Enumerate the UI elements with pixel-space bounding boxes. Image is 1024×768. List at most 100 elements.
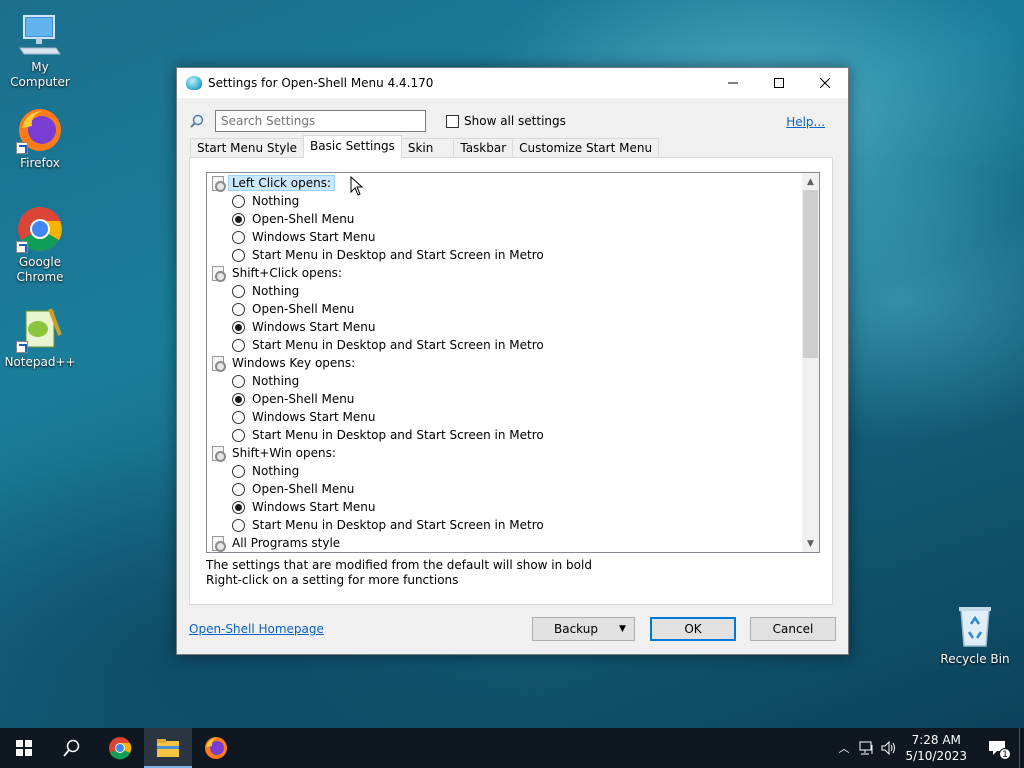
option-label: Start Menu in Desktop and Start Screen i… bbox=[252, 338, 544, 352]
setting-group-shift-click[interactable]: Shift+Click opens: bbox=[210, 264, 342, 282]
network-icon[interactable] bbox=[859, 741, 875, 755]
desktop-icon-firefox[interactable]: Firefox bbox=[0, 106, 80, 171]
search-icon bbox=[63, 739, 80, 757]
tree-scrollbar[interactable]: ▲ ▼ bbox=[802, 173, 819, 552]
radio-option[interactable]: Nothing bbox=[232, 462, 299, 480]
open-shell-homepage-link[interactable]: Open-Shell Homepage bbox=[189, 622, 324, 636]
cancel-button[interactable]: Cancel bbox=[750, 617, 836, 641]
setting-icon bbox=[210, 265, 226, 282]
settings-tree[interactable]: Left Click opens: Nothing Open-Shell Men… bbox=[206, 172, 820, 553]
search-settings-input[interactable] bbox=[215, 110, 426, 132]
option-label: Nothing bbox=[252, 374, 300, 388]
radio-option[interactable]: Open-Shell Menu bbox=[232, 210, 354, 228]
radio-button[interactable] bbox=[232, 230, 245, 244]
taskbar-file-explorer[interactable] bbox=[144, 728, 192, 768]
radio-button[interactable] bbox=[232, 410, 245, 424]
maximize-button[interactable] bbox=[756, 68, 802, 98]
radio-button[interactable] bbox=[232, 518, 245, 532]
radio-button[interactable] bbox=[232, 338, 245, 352]
radio-option[interactable]: Nothing bbox=[232, 192, 299, 210]
open-shell-shell-icon bbox=[186, 76, 202, 90]
volume-icon[interactable] bbox=[881, 741, 897, 755]
radio-option[interactable]: Nothing bbox=[232, 372, 299, 390]
radio-button-selected[interactable] bbox=[232, 500, 245, 514]
checkbox-box[interactable] bbox=[446, 114, 459, 128]
option-label: Nothing bbox=[252, 464, 300, 478]
start-button[interactable] bbox=[0, 728, 48, 768]
settings-tabs: Start Menu Style Basic Settings Skin Tas… bbox=[190, 135, 660, 158]
setting-group-left-click[interactable]: Left Click opens: bbox=[210, 174, 336, 192]
shortcut-arrow-icon bbox=[16, 341, 28, 353]
show-hidden-icons-chevron-icon[interactable]: ︿ bbox=[838, 740, 849, 756]
setting-group-shift-win[interactable]: Shift+Win opens: bbox=[210, 444, 336, 462]
tab-taskbar[interactable]: Taskbar bbox=[453, 138, 514, 158]
tab-start-menu-style[interactable]: Start Menu Style bbox=[190, 138, 305, 158]
radio-button[interactable] bbox=[232, 464, 245, 478]
radio-option[interactable]: Windows Start Menu bbox=[232, 408, 375, 426]
windows-logo-icon bbox=[16, 740, 32, 756]
taskbar-firefox[interactable] bbox=[192, 728, 240, 768]
radio-button[interactable] bbox=[232, 302, 245, 316]
show-all-settings-checkbox[interactable]: Show all settings bbox=[446, 114, 566, 128]
radio-button[interactable] bbox=[232, 194, 245, 208]
setting-group-all-programs-style[interactable]: All Programs style bbox=[210, 534, 340, 552]
setting-icon bbox=[210, 535, 226, 552]
radio-button[interactable] bbox=[232, 428, 245, 442]
radio-option[interactable]: Open-Shell Menu bbox=[232, 390, 354, 408]
desktop-icon-notepad-plus-plus[interactable]: Notepad++ bbox=[0, 305, 80, 370]
radio-option[interactable]: Start Menu in Desktop and Start Screen i… bbox=[232, 426, 544, 444]
radio-button-selected[interactable] bbox=[232, 392, 245, 406]
radio-option[interactable]: Windows Start Menu bbox=[232, 318, 375, 336]
option-label: Open-Shell Menu bbox=[252, 392, 355, 406]
tab-skin[interactable]: Skin bbox=[400, 138, 455, 158]
radio-option[interactable]: Nothing bbox=[232, 282, 299, 300]
radio-option[interactable]: Windows Start Menu bbox=[232, 498, 375, 516]
clock[interactable]: 7:28 AM 5/10/2023 bbox=[905, 732, 967, 764]
action-center-button[interactable]: 1 bbox=[975, 728, 1019, 768]
window-title: Settings for Open-Shell Menu 4.4.170 bbox=[208, 76, 434, 90]
option-label: Open-Shell Menu bbox=[252, 212, 355, 226]
option-label: Open-Shell Menu bbox=[252, 482, 355, 496]
radio-button-selected[interactable] bbox=[232, 212, 245, 226]
taskbar-search-button[interactable] bbox=[48, 728, 96, 768]
scrollbar-thumb[interactable] bbox=[803, 190, 818, 358]
setting-icon bbox=[210, 175, 226, 192]
radio-button[interactable] bbox=[232, 374, 245, 388]
radio-option[interactable]: Start Menu in Desktop and Start Screen i… bbox=[232, 516, 544, 534]
radio-button-selected[interactable] bbox=[232, 320, 245, 334]
group-label: Shift+Click opens: bbox=[232, 266, 342, 280]
radio-option[interactable]: Start Menu in Desktop and Start Screen i… bbox=[232, 246, 544, 264]
taskbar: ︿ 7:28 AM 5/10/2023 1 bbox=[0, 728, 1024, 768]
desktop-icon-google-chrome[interactable]: Google Chrome bbox=[0, 205, 80, 285]
scroll-down-arrow-icon[interactable]: ▼ bbox=[802, 535, 819, 552]
computer-icon bbox=[16, 10, 64, 58]
radio-option[interactable]: Open-Shell Menu bbox=[232, 300, 354, 318]
minimize-button[interactable] bbox=[710, 68, 756, 98]
backup-button[interactable]: Backup ▼ bbox=[532, 617, 635, 641]
option-label: Windows Start Menu bbox=[252, 230, 376, 244]
radio-option[interactable]: Open-Shell Menu bbox=[232, 480, 354, 498]
scroll-up-arrow-icon[interactable]: ▲ bbox=[802, 173, 819, 190]
setting-group-windows-key[interactable]: Windows Key opens: bbox=[210, 354, 355, 372]
radio-option[interactable]: Start Menu in Desktop and Start Screen i… bbox=[232, 336, 544, 354]
radio-button[interactable] bbox=[232, 482, 245, 496]
settings-window: Settings for Open-Shell Menu 4.4.170 Sho… bbox=[176, 67, 849, 655]
radio-option[interactable]: Windows Start Menu bbox=[232, 228, 375, 246]
tab-customize-start-menu[interactable]: Customize Start Menu bbox=[512, 138, 660, 158]
tab-basic-settings[interactable]: Basic Settings bbox=[303, 135, 402, 158]
taskbar-chrome[interactable] bbox=[96, 728, 144, 768]
close-button[interactable] bbox=[802, 68, 848, 98]
title-bar[interactable]: Settings for Open-Shell Menu 4.4.170 bbox=[177, 68, 848, 98]
option-label: Windows Start Menu bbox=[252, 320, 376, 334]
ok-button[interactable]: OK bbox=[650, 617, 736, 641]
radio-button[interactable] bbox=[232, 284, 245, 298]
help-link[interactable]: Help... bbox=[786, 115, 825, 129]
option-label: Start Menu in Desktop and Start Screen i… bbox=[252, 518, 544, 532]
group-label: Left Click opens: bbox=[228, 175, 336, 191]
group-label: All Programs style bbox=[232, 536, 341, 550]
desktop-icon-my-computer[interactable]: My Computer bbox=[0, 10, 80, 90]
option-label: Start Menu in Desktop and Start Screen i… bbox=[252, 248, 544, 262]
desktop-icon-recycle-bin[interactable]: Recycle Bin bbox=[935, 602, 1015, 667]
show-desktop-button[interactable] bbox=[1019, 728, 1024, 768]
radio-button[interactable] bbox=[232, 248, 245, 262]
